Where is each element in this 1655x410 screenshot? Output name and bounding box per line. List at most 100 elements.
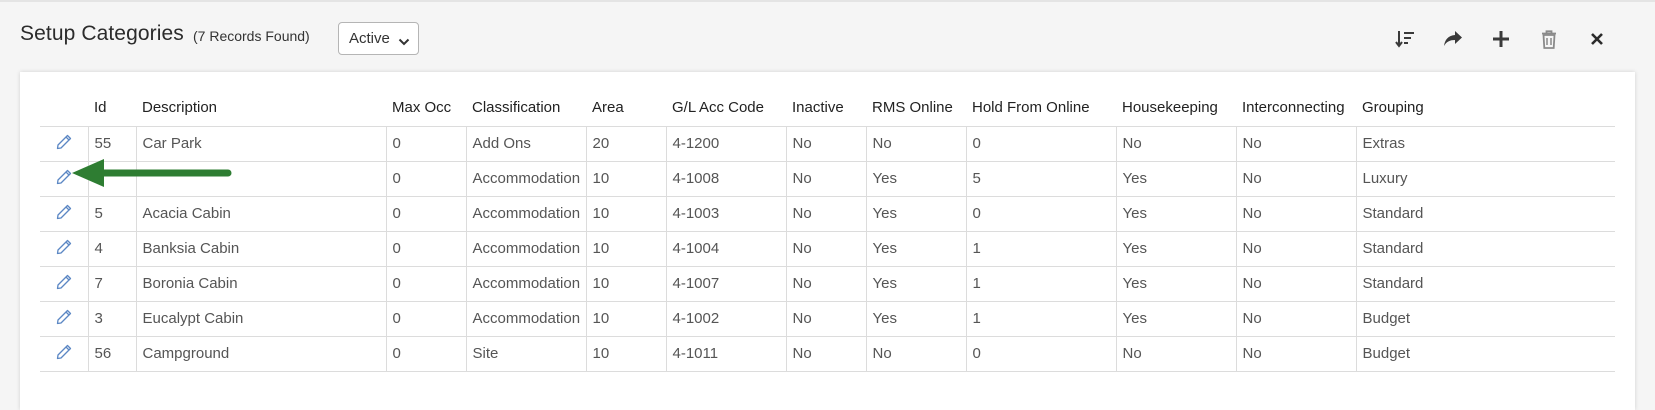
table-cell: No (865, 336, 966, 372)
table-cell: 4-1008 (665, 161, 786, 197)
annotation-arrow-icon (72, 159, 232, 187)
sort-icon (1395, 31, 1414, 48)
table-cell: 4-1002 (665, 301, 786, 337)
edit-row-button[interactable] (56, 204, 72, 220)
column-header[interactable]: Description (136, 90, 386, 127)
edit-row-button[interactable] (56, 169, 72, 185)
column-header[interactable]: Interconnecting (1236, 90, 1356, 127)
pencil-icon (56, 344, 71, 359)
column-header[interactable]: Housekeeping (1116, 90, 1236, 127)
table-row[interactable]: 7 Boronia Cabin 0 Accommodation 10 4-1007 No Ye… (40, 266, 1615, 302)
record-count: (7 Records Found) (193, 28, 310, 44)
table-cell: No (1235, 196, 1356, 232)
column-header[interactable]: Area (586, 90, 666, 127)
table-cell: 10 (585, 336, 666, 372)
edit-row-button[interactable] (56, 344, 72, 360)
edit-cell (40, 126, 88, 162)
table-cell: 4-1003 (665, 196, 786, 232)
table-cell: 4-1004 (665, 231, 786, 267)
table-cell: Standard (1355, 231, 1615, 267)
delete-button[interactable] (1534, 24, 1564, 54)
table-cell: No (1235, 301, 1356, 337)
table-cell: 55 (87, 126, 136, 162)
table-cell: 0 (385, 196, 466, 232)
edit-row-button[interactable] (56, 239, 72, 255)
table-row[interactable]: 5 Acacia Cabin 0 Accommodation 10 4-1003 No Yes… (40, 196, 1615, 232)
edit-cell (40, 196, 88, 232)
table-cell: 0 (965, 336, 1116, 372)
table-cell: Accommodation (465, 196, 586, 232)
table-cell: Yes (865, 266, 966, 302)
table-cell: Yes (1115, 301, 1236, 337)
edit-row-button[interactable] (56, 274, 72, 290)
edit-row-button[interactable] (56, 134, 72, 150)
table-cell: 10 (585, 301, 666, 337)
table-cell: 0 (965, 196, 1116, 232)
table-cell: Standard (1355, 196, 1615, 232)
table-cell: Yes (1115, 266, 1236, 302)
status-filter-select[interactable]: Active (338, 22, 419, 55)
column-header[interactable]: Id (88, 90, 136, 127)
column-header[interactable]: Grouping (1356, 90, 1615, 127)
categories-card: Id Description Max Occ Classification Ar… (20, 72, 1635, 410)
table-cell: 10 (585, 266, 666, 302)
column-header-edit (40, 90, 88, 127)
toolbar (1390, 24, 1630, 54)
page-title: Setup Categories (20, 22, 184, 45)
table-cell: Accommodation (465, 266, 586, 302)
table-cell: 0 (385, 266, 466, 302)
table-cell: Yes (1115, 196, 1236, 232)
close-icon (1591, 33, 1603, 45)
add-icon (1493, 31, 1509, 47)
column-header[interactable]: Classification (466, 90, 586, 127)
table-row[interactable]: 4 Banksia Cabin 0 Accommodation 10 4-1004 No Ye… (40, 231, 1615, 267)
table-cell: Accommodation (465, 161, 586, 197)
table-cell: 0 (385, 161, 466, 197)
add-button[interactable] (1486, 24, 1516, 54)
column-header[interactable]: RMS Online (866, 90, 966, 127)
status-filter-value: Active (349, 30, 390, 47)
sort-button[interactable] (1390, 24, 1420, 54)
column-header[interactable]: Inactive (786, 90, 866, 127)
table-cell: 1 (965, 266, 1116, 302)
table-cell: Budget (1355, 336, 1615, 372)
table-row[interactable]: 55 Car Park 0 Add Ons 20 4-1200 No No 0 No No Extra… (40, 126, 1615, 162)
trash-icon (1542, 29, 1556, 49)
pencil-icon (56, 169, 71, 184)
table-cell: Eucalypt Cabin (135, 301, 386, 337)
table-cell: 0 (385, 336, 466, 372)
edit-row-button[interactable] (56, 309, 72, 325)
table-cell: 0 (385, 231, 466, 267)
pencil-icon (56, 274, 71, 289)
pencil-icon (56, 309, 71, 324)
table-cell: 10 (585, 196, 666, 232)
table-row[interactable]: 56 Campground 0 Site 10 4-1011 No No 0 No No Budget (40, 336, 1615, 372)
table-row[interactable]: 0 Accommodation 10 4-1008 No Yes 5 Yes No Luxury (40, 161, 1615, 197)
table-cell: 5 (965, 161, 1116, 197)
column-header[interactable]: Max Occ (386, 90, 466, 127)
table-cell: No (785, 161, 866, 197)
table-cell: No (785, 231, 866, 267)
table-cell: 1 (965, 231, 1116, 267)
table-cell: No (785, 301, 866, 337)
share-button[interactable] (1438, 24, 1468, 54)
categories-table: Id Description Max Occ Classification Ar… (40, 90, 1615, 372)
table-cell: No (1115, 126, 1236, 162)
table-cell: Standard (1355, 266, 1615, 302)
table-header-row: Id Description Max Occ Classification Ar… (40, 90, 1615, 127)
pencil-icon (56, 204, 71, 219)
table-cell: No (1115, 336, 1236, 372)
table-cell: Campground (135, 336, 386, 372)
column-header[interactable]: Hold From Online (966, 90, 1116, 127)
edit-cell (40, 266, 88, 302)
close-button[interactable] (1582, 24, 1612, 54)
pencil-icon (56, 134, 71, 149)
table-cell: 56 (87, 336, 136, 372)
table-row[interactable]: 3 Eucalypt Cabin 0 Accommodation 10 4-1002 No Y… (40, 301, 1615, 337)
page-header: Setup Categories (7 Records Found) Activ… (0, 0, 1655, 72)
table-cell: Accommodation (465, 231, 586, 267)
edit-cell (40, 231, 88, 267)
table-cell: Luxury (1355, 161, 1615, 197)
column-header[interactable]: G/L Acc Code (666, 90, 786, 127)
table-cell: Yes (865, 301, 966, 337)
